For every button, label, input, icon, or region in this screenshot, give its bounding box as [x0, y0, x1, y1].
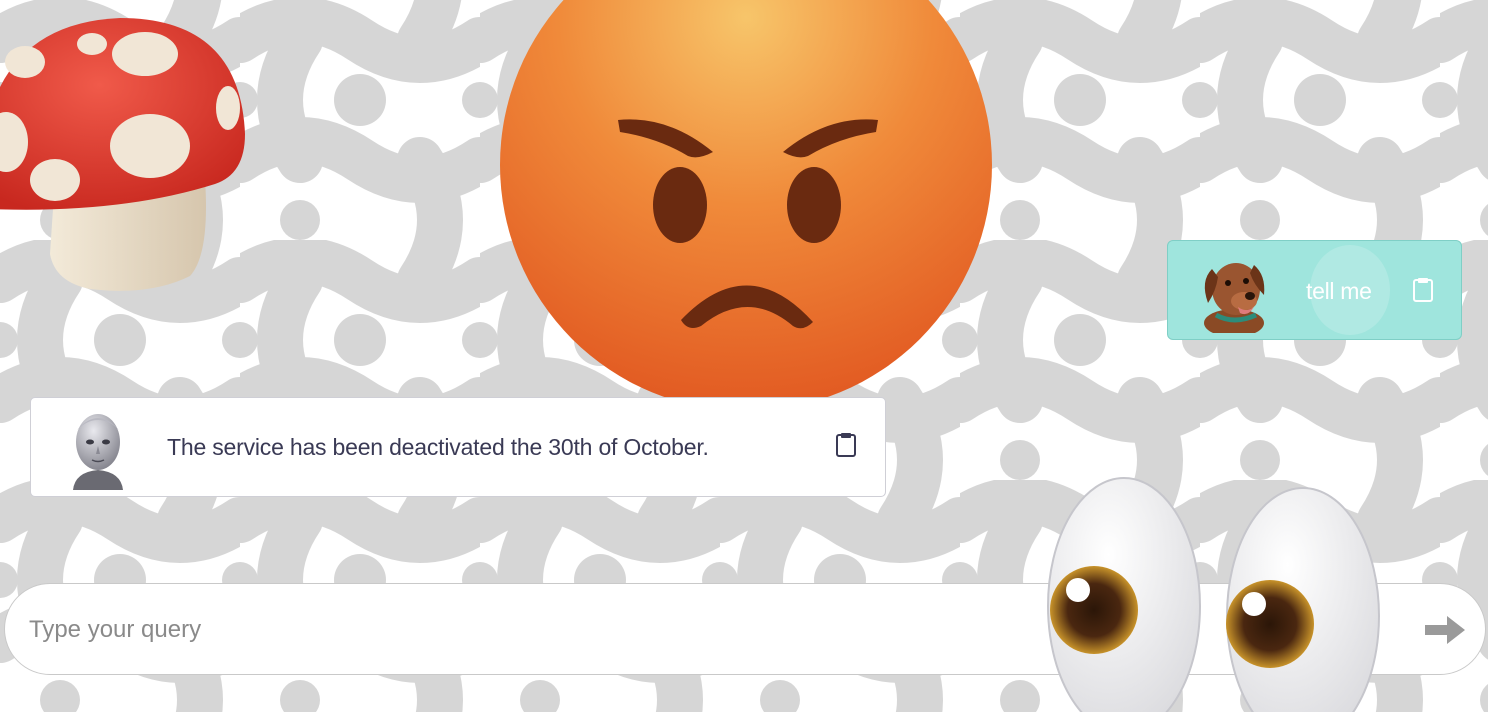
dog-avatar	[1194, 251, 1272, 333]
bot-message-text: The service has been deactivated the 30t…	[167, 434, 709, 460]
arrow-right-icon[interactable]	[1423, 614, 1467, 646]
clipboard-icon[interactable]	[835, 432, 857, 458]
user-message-text: tell me	[1306, 278, 1372, 304]
mushroom-emoji	[0, 18, 245, 291]
query-input[interactable]	[27, 606, 1031, 654]
user-message: tell me	[1167, 240, 1462, 340]
angry-face-emoji	[500, 0, 992, 411]
bot-message: The service has been deactivated the 30t…	[30, 397, 886, 497]
clipboard-icon[interactable]	[1412, 277, 1434, 303]
eyes-emoji	[1047, 477, 1380, 712]
robot-avatar	[73, 414, 123, 490]
